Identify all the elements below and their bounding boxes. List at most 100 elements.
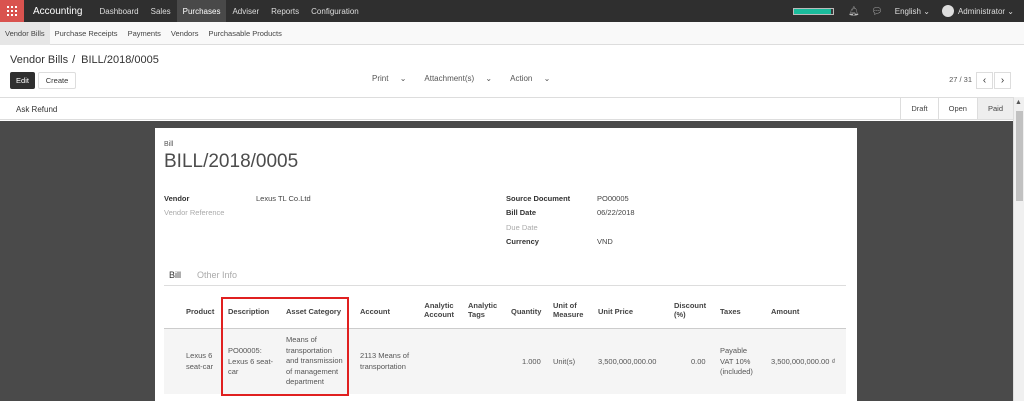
scroll-up-icon[interactable]: ▲ bbox=[1015, 99, 1022, 106]
column-unit-of-measure[interactable]: Unit of Measure bbox=[553, 301, 583, 319]
page-title: BILL/2018/0005 bbox=[164, 151, 299, 172]
vendor-label: Vendor bbox=[164, 194, 190, 203]
breadcrumb: Vendor Bills / BILL/2018/0005 bbox=[10, 54, 159, 66]
analytic-account-line-1: Analytic bbox=[424, 301, 454, 310]
subnav-payments[interactable]: Payments bbox=[123, 22, 166, 45]
product-line-2: seat-car bbox=[186, 361, 214, 371]
account-line-2: transportation bbox=[360, 361, 406, 371]
attachment-label: Attachment(s) bbox=[424, 74, 475, 83]
column-amount[interactable]: Amount bbox=[771, 307, 799, 316]
chevron-down-icon: ⌄ bbox=[485, 74, 493, 83]
chevron-down-icon: ⌄ bbox=[923, 6, 930, 16]
row-discount[interactable]: 0.00 bbox=[691, 357, 706, 368]
uom-line-1: Unit of bbox=[553, 301, 577, 310]
edit-button[interactable]: Edit bbox=[10, 72, 35, 89]
avatar[interactable] bbox=[941, 5, 954, 17]
menu-reports[interactable]: Reports bbox=[265, 0, 305, 22]
action-dropdown[interactable]: Action ⌄ bbox=[510, 74, 559, 83]
highlight-box bbox=[221, 297, 349, 396]
taxes-line-1: Payable bbox=[720, 346, 748, 355]
row-account[interactable]: 2113 Means of transportation bbox=[360, 351, 409, 372]
language-selector[interactable]: English ⌄ bbox=[895, 7, 930, 16]
subnav-vendor-bills[interactable]: Vendor Bills bbox=[0, 21, 50, 45]
column-unit-price[interactable]: Unit Price bbox=[598, 307, 633, 316]
language-label: English bbox=[894, 6, 921, 16]
status-bar: Ask Refund Draft Open Paid bbox=[0, 97, 1013, 120]
apps-menu-icon[interactable] bbox=[0, 0, 24, 22]
taxes-line-2: VAT 10% bbox=[720, 356, 751, 366]
menu-configuration[interactable]: Configuration bbox=[305, 0, 365, 22]
print-label: Print bbox=[372, 74, 389, 83]
discount-line-2: (%) bbox=[674, 310, 686, 319]
chevron-down-icon: ⌄ bbox=[399, 74, 407, 83]
chevron-right-icon: › bbox=[1000, 75, 1005, 86]
main-menu: Dashboard Sales Purchases Adviser Report… bbox=[93, 0, 364, 22]
stage-open[interactable]: Open bbox=[937, 98, 977, 119]
vendor-reference-field[interactable] bbox=[256, 206, 456, 218]
column-quantity[interactable]: Quantity bbox=[511, 307, 541, 316]
top-navbar: Accounting Dashboard Sales Purchases Adv… bbox=[0, 0, 1024, 22]
ask-refund-button[interactable]: Ask Refund bbox=[16, 105, 57, 114]
tab-other-info[interactable]: Other Info bbox=[197, 270, 237, 280]
bill-date-field[interactable]: 06/22/2018 bbox=[597, 208, 635, 217]
row-quantity[interactable]: 1.000 bbox=[522, 357, 541, 368]
breadcrumb-separator: / bbox=[72, 54, 76, 66]
row-taxes[interactable]: Payable VAT 10% (included) bbox=[720, 346, 753, 378]
currency-field[interactable]: VND bbox=[597, 237, 613, 246]
breadcrumb-parent[interactable]: Vendor Bills bbox=[10, 54, 68, 66]
stage-paid[interactable]: Paid bbox=[976, 98, 1013, 119]
action-label: Action bbox=[510, 74, 533, 83]
row-unit-of-measure[interactable]: Unit(s) bbox=[553, 357, 575, 368]
pager-value[interactable]: 27 / 31 bbox=[949, 75, 972, 84]
bell-icon[interactable]: 🔔︎ bbox=[848, 6, 859, 17]
app-name[interactable]: Accounting bbox=[24, 6, 93, 17]
menu-sales[interactable]: Sales bbox=[145, 0, 177, 22]
source-document-field[interactable]: PO00005 bbox=[597, 194, 629, 203]
chevron-down-icon: ⌄ bbox=[1007, 6, 1014, 16]
subnav-purchase-receipts[interactable]: Purchase Receipts bbox=[50, 22, 123, 45]
source-document-label: Source Document bbox=[506, 194, 571, 203]
column-analytic-tags[interactable]: Analytic Tags bbox=[468, 301, 497, 319]
column-account[interactable]: Account bbox=[360, 307, 390, 316]
column-product[interactable]: Product bbox=[186, 307, 214, 316]
menu-purchases[interactable]: Purchases bbox=[176, 0, 227, 22]
user-menu[interactable]: Administrator ⌄ bbox=[958, 7, 1014, 16]
attachment-dropdown[interactable]: Attachment(s) ⌄ bbox=[424, 74, 501, 83]
pager-previous-button[interactable]: ‹ bbox=[976, 72, 993, 89]
create-button[interactable]: Create bbox=[38, 72, 76, 89]
row-amount[interactable]: 3,500,000,000.00 ₫ bbox=[771, 357, 835, 368]
chat-icon[interactable]: 💬︎ bbox=[871, 6, 882, 17]
column-analytic-account[interactable]: Analytic Account bbox=[424, 301, 454, 319]
stage-draft[interactable]: Draft bbox=[900, 98, 937, 119]
analytic-tags-line-1: Analytic bbox=[468, 301, 498, 310]
column-discount[interactable]: Discount (%) bbox=[674, 301, 706, 319]
tab-bill[interactable]: Bill bbox=[164, 270, 187, 286]
menu-adviser[interactable]: Adviser bbox=[226, 0, 265, 22]
uom-line-2: Measure bbox=[553, 310, 584, 319]
tab-divider bbox=[164, 285, 846, 286]
chevron-left-icon: ‹ bbox=[982, 75, 987, 86]
scroll-thumb[interactable] bbox=[1016, 111, 1023, 201]
subnav-purchasable-products[interactable]: Purchasable Products bbox=[203, 22, 286, 45]
column-taxes[interactable]: Taxes bbox=[720, 307, 741, 316]
scrollbar[interactable]: ▲ bbox=[1013, 97, 1024, 401]
currency-label: Currency bbox=[506, 237, 539, 246]
sub-navbar: Vendor Bills Purchase Receipts Payments … bbox=[0, 21, 1024, 45]
status-stages: Draft Open Paid bbox=[900, 98, 1013, 119]
product-line-1: Lexus 6 bbox=[186, 351, 213, 360]
vendor-field[interactable]: Lexus TL Co.Ltd bbox=[256, 194, 311, 203]
row-product[interactable]: Lexus 6 seat-car bbox=[186, 351, 213, 372]
due-date-field[interactable] bbox=[597, 221, 797, 233]
pager-next-button[interactable]: › bbox=[994, 72, 1011, 89]
analytic-account-line-2: Account bbox=[424, 310, 454, 319]
subnav-vendors[interactable]: Vendors bbox=[166, 22, 204, 45]
analytic-tags-line-2: Tags bbox=[468, 310, 485, 319]
due-date-label: Due Date bbox=[506, 223, 538, 232]
chevron-down-icon: ⌄ bbox=[543, 74, 551, 83]
menu-dashboard[interactable]: Dashboard bbox=[93, 0, 144, 22]
row-unit-price[interactable]: 3,500,000,000.00 bbox=[598, 357, 656, 368]
breadcrumb-current: BILL/2018/0005 bbox=[81, 54, 159, 66]
print-dropdown[interactable]: Print ⌄ bbox=[372, 74, 415, 83]
progress-bar[interactable] bbox=[792, 7, 834, 15]
doc-type-label: Bill bbox=[164, 141, 174, 148]
